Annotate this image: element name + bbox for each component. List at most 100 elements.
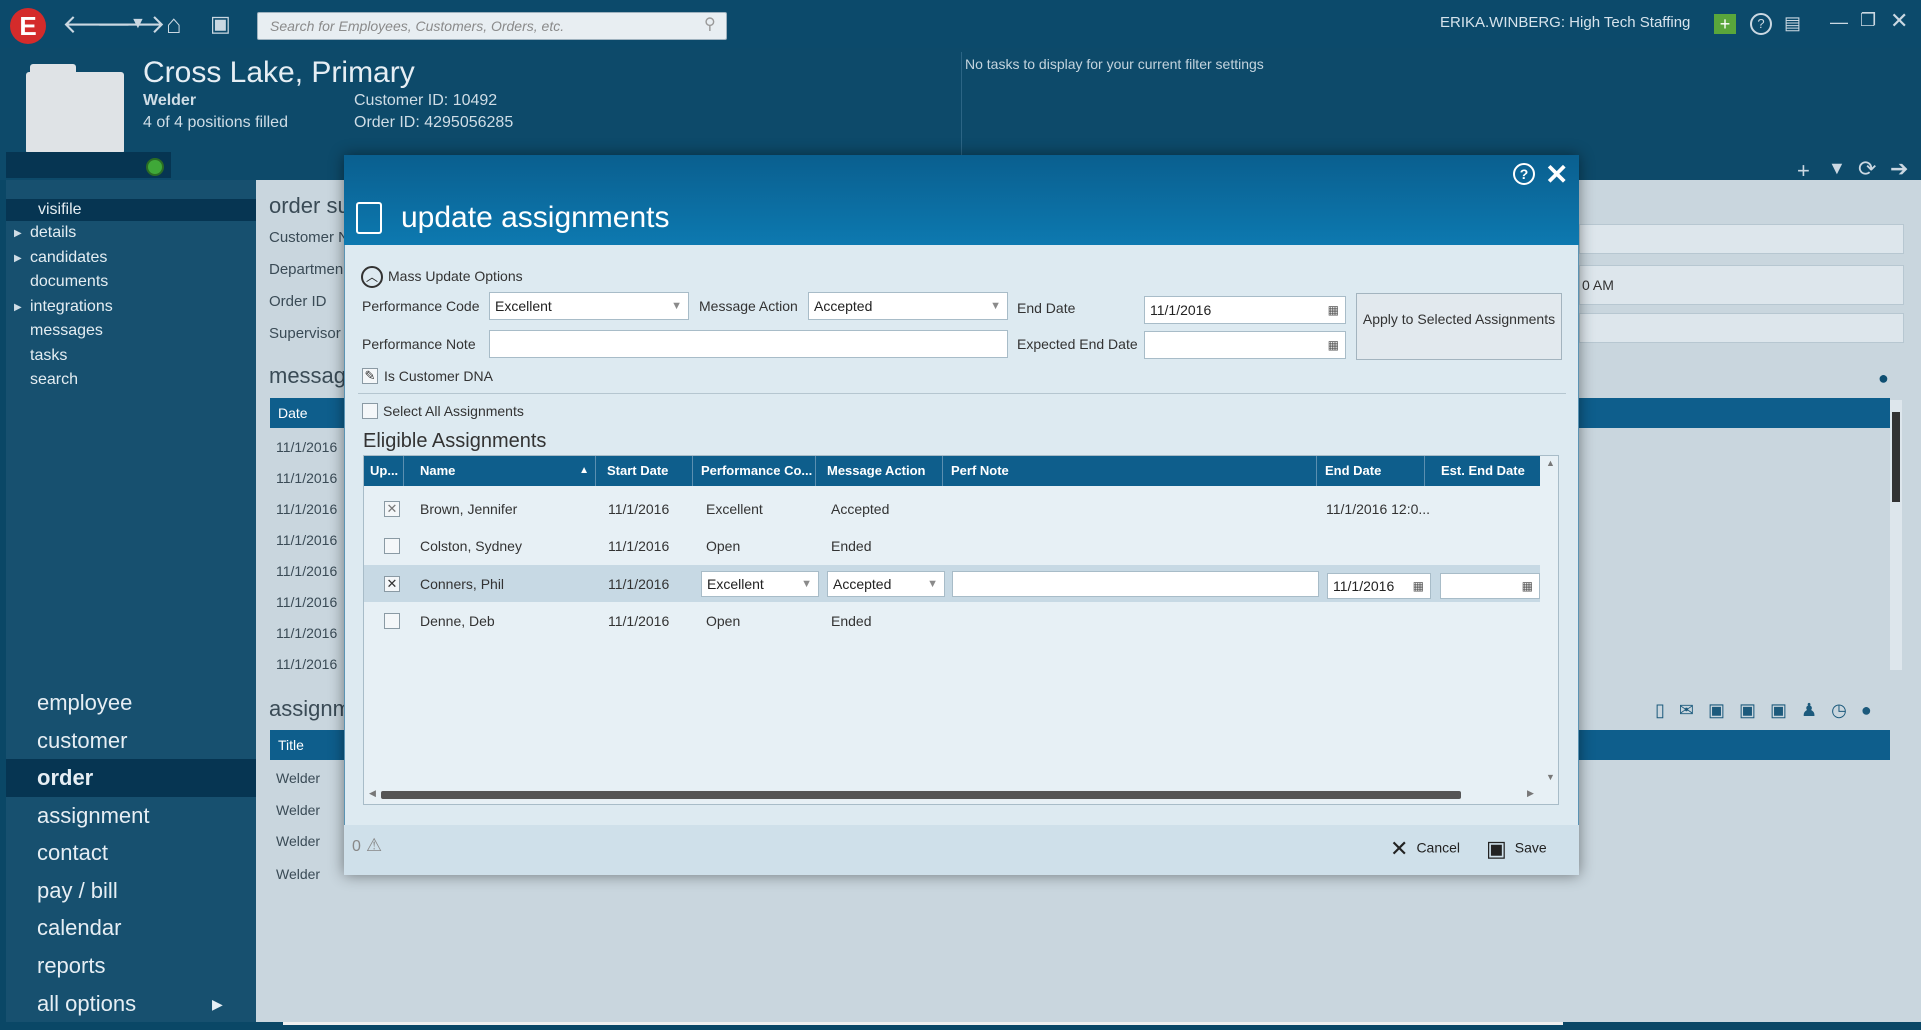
restore-icon[interactable]: ❐ <box>1860 10 1876 31</box>
row-end-date: 11/1/2016 12:0... <box>1326 501 1431 517</box>
forward-icon[interactable]: ➔ <box>1890 156 1908 182</box>
nav-visifile[interactable]: visifile <box>6 199 256 221</box>
nav-documents[interactable]: documents <box>30 273 108 291</box>
nav-reports[interactable]: reports <box>6 947 256 985</box>
calendar-icon[interactable]: ▦ <box>1328 332 1339 358</box>
minimize-icon[interactable]: — <box>1830 12 1848 33</box>
message-date: 11/1/2016 <box>276 656 338 672</box>
chevron-down-icon[interactable]: ▼ <box>927 572 938 596</box>
table-row[interactable] <box>364 528 1540 565</box>
nav-order[interactable]: order <box>6 759 256 797</box>
tasks-message: No tasks to display for your current fil… <box>965 56 1264 72</box>
chevron-down-icon[interactable]: ▼ <box>801 572 812 596</box>
help-icon[interactable]: ? <box>1750 13 1772 35</box>
save-icon[interactable]: ▣ <box>210 0 231 48</box>
nav-tasks[interactable]: tasks <box>30 347 67 365</box>
nav-candidates[interactable]: candidates <box>30 249 107 267</box>
row-update-checkbox[interactable] <box>384 613 400 629</box>
filter-icon[interactable]: ▼ <box>1828 158 1846 179</box>
save-button[interactable]: ▣ Save <box>1486 836 1547 862</box>
column-perf-note[interactable]: Perf Note <box>945 456 1317 486</box>
row-est-end-date-input[interactable]: ▦ <box>1440 573 1540 599</box>
calendar-icon[interactable]: ▦ <box>1413 574 1424 598</box>
dropdown-icon[interactable]: ▼ <box>130 0 146 48</box>
select-all-checkbox[interactable] <box>362 403 378 419</box>
column-update[interactable]: Up... <box>364 456 404 486</box>
row-update-checkbox[interactable]: ✕ <box>384 576 400 592</box>
expand-integrations-icon[interactable]: ▶ <box>14 302 22 313</box>
cancel-button[interactable]: ✕ Cancel <box>1390 836 1460 862</box>
column-performance-code[interactable]: Performance Co... <box>695 456 816 486</box>
column-est-end-date[interactable]: Est. End Date <box>1435 456 1540 486</box>
table-row[interactable] <box>364 603 1540 640</box>
nav-employee[interactable]: employee <box>6 684 256 722</box>
nav-integrations[interactable]: integrations <box>30 298 113 316</box>
search-input[interactable]: Search for Employees, Customers, Orders,… <box>257 12 727 40</box>
grid-vertical-scrollbar[interactable] <box>1543 456 1558 786</box>
feedback-icon[interactable]: ▤ <box>1784 13 1801 34</box>
calendar-icon[interactable]: ▦ <box>1328 297 1339 323</box>
message-action-select[interactable]: Accepted ▼ <box>808 292 1008 320</box>
row-performance: Open <box>706 613 741 629</box>
app-logo[interactable]: E <box>10 8 46 44</box>
calendar-icon[interactable]: ▦ <box>1522 574 1533 598</box>
modal-close-icon[interactable]: ✕ <box>1545 158 1568 191</box>
header-divider <box>961 52 962 162</box>
nav-assignment[interactable]: assignment <box>6 797 256 835</box>
chat-icon[interactable]: ● <box>1878 368 1889 389</box>
collapse-icon[interactable]: ︿ <box>361 266 383 288</box>
nav-pay-bill[interactable]: pay / bill <box>6 872 256 910</box>
column-message-action[interactable]: Message Action <box>821 456 943 486</box>
row-performance: Excellent <box>706 501 763 517</box>
horizontal-scroll-thumb[interactable] <box>381 791 1461 799</box>
scroll-right-icon[interactable]: ▶ <box>1527 788 1534 799</box>
row-perf-note-input[interactable] <box>952 571 1319 597</box>
row-update-checkbox[interactable] <box>384 538 400 554</box>
expand-details-icon[interactable]: ▶ <box>14 228 22 239</box>
message-date: 11/1/2016 <box>276 532 338 548</box>
home-icon[interactable]: ⌂ <box>166 0 182 48</box>
assignment-toolbar-icons[interactable]: ▯✉▣▣▣♟◷● <box>1655 700 1886 721</box>
scroll-down-icon[interactable]: ▼ <box>1546 772 1555 782</box>
row-update-checkbox[interactable]: ✕ <box>384 501 400 517</box>
message-date: 11/1/2016 <box>276 594 338 610</box>
all-options-arrow-icon[interactable]: ▶ <box>212 996 223 1013</box>
row-performance-select[interactable]: Excellent ▼ <box>701 571 819 597</box>
column-name[interactable]: Name ▲ <box>414 456 596 486</box>
column-end-date[interactable]: End Date <box>1319 456 1425 486</box>
warning-icon[interactable]: ⚠ <box>366 835 382 856</box>
expand-candidates-icon[interactable]: ▶ <box>14 253 22 264</box>
nav-contact[interactable]: contact <box>6 834 256 872</box>
modal-help-icon[interactable]: ? <box>1513 163 1535 185</box>
column-start-date[interactable]: Start Date <box>601 456 693 486</box>
message-action-value: Accepted <box>814 298 873 314</box>
nav-messages[interactable]: messages <box>30 322 103 340</box>
end-date-field[interactable]: 11/1/2016 ▦ <box>1144 296 1346 324</box>
chevron-down-icon[interactable]: ▼ <box>990 293 1001 319</box>
close-icon[interactable]: ✕ <box>1890 8 1908 34</box>
add-icon[interactable]: + <box>1714 14 1736 34</box>
performance-code-select[interactable]: Excellent ▼ <box>489 292 689 320</box>
performance-note-field[interactable] <box>489 330 1008 358</box>
scroll-up-icon[interactable]: ▲ <box>1546 458 1555 468</box>
nav-customer[interactable]: customer <box>6 722 256 760</box>
customer-dna-checkbox[interactable]: ✎ <box>362 368 378 384</box>
apply-to-selected-button[interactable]: Apply to Selected Assignments <box>1356 293 1562 360</box>
search-icon[interactable]: ⚲ <box>704 14 716 34</box>
assignment-title: Welder <box>276 866 321 882</box>
refresh-icon[interactable]: ⟳ <box>1858 156 1876 182</box>
nav-search[interactable]: search <box>30 371 78 389</box>
end-date-value: 11/1/2016 <box>1150 302 1212 318</box>
expected-end-date-field[interactable]: ▦ <box>1144 331 1346 359</box>
nav-details[interactable]: details <box>30 224 76 242</box>
chevron-down-icon[interactable]: ▼ <box>671 293 682 319</box>
cancel-x-icon: ✕ <box>1390 836 1409 861</box>
message-date: 11/1/2016 <box>276 501 338 517</box>
assignment-title: Welder <box>276 770 321 786</box>
messages-scroll-thumb[interactable] <box>1892 412 1900 502</box>
nav-calendar[interactable]: calendar <box>6 909 256 947</box>
row-end-date-input[interactable]: 11/1/2016 ▦ <box>1327 573 1431 599</box>
scroll-left-icon[interactable]: ◀ <box>369 788 376 799</box>
assignments-heading: assignm <box>269 696 351 721</box>
row-message-action-select[interactable]: Accepted ▼ <box>827 571 945 597</box>
